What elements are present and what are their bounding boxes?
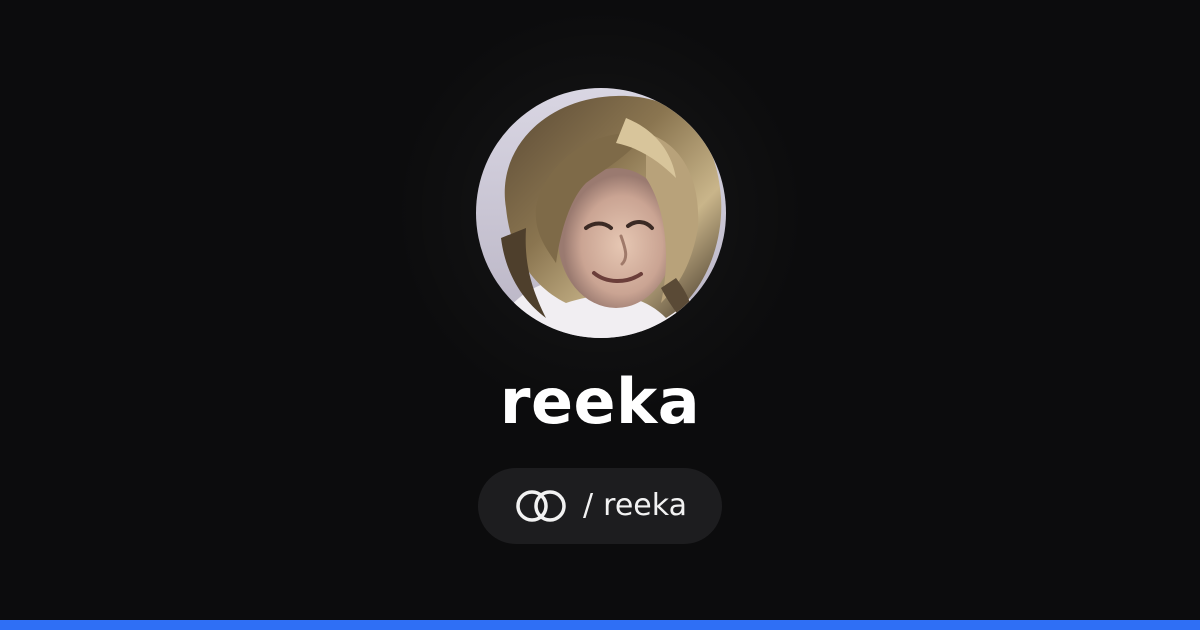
handle-username: reeka	[603, 488, 687, 523]
handle-separator: /	[583, 488, 594, 523]
avatar-photo	[476, 88, 726, 338]
avatar	[476, 88, 726, 338]
profile-handle-link[interactable]: / reeka	[478, 468, 722, 544]
profile-display-name: reeka	[499, 365, 701, 438]
linked-rings-icon	[516, 490, 566, 522]
bottom-accent-bar	[0, 620, 1200, 630]
